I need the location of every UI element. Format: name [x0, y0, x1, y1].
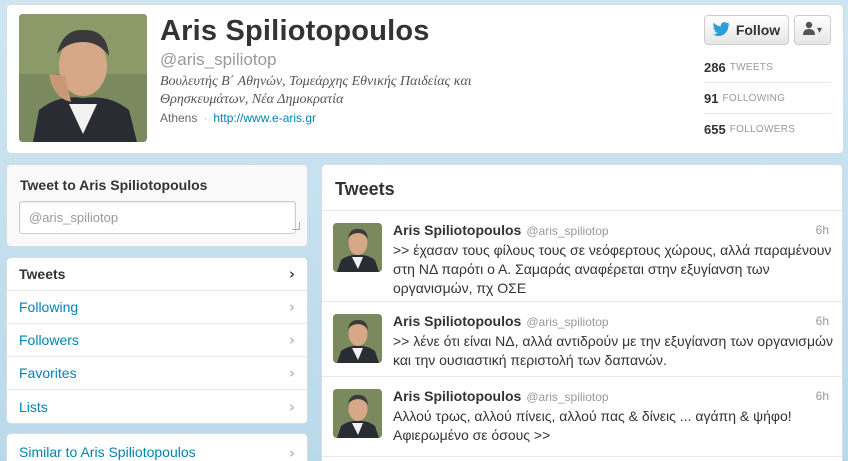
- nav-item-label: Following: [19, 299, 79, 315]
- nav-item-followers[interactable]: Followers ›: [7, 324, 307, 357]
- tweet-author-handle[interactable]: @aris_spiliotop: [526, 390, 608, 404]
- nav-item-label: Lists: [19, 398, 48, 415]
- tweet-to-input[interactable]: @aris_spiliotop: [19, 201, 296, 234]
- meta-separator: ·: [203, 111, 208, 125]
- profile-handle: @aris_spiliotop: [160, 50, 277, 69]
- chevron-right-icon: ›: [288, 397, 295, 416]
- similar-to-link[interactable]: Similar to Aris Spiliotopoulos ›: [6, 433, 308, 461]
- profile-card: Aris Spiliotopoulos @aris_spiliotop Βουλ…: [6, 4, 844, 154]
- person-icon: [802, 21, 815, 40]
- stat-label: FOLLOWERS: [729, 124, 796, 135]
- follow-button[interactable]: Follow: [704, 15, 789, 45]
- stat-count: 91: [704, 90, 719, 106]
- nav-item-favorites[interactable]: Favorites ›: [7, 357, 307, 390]
- tweet-text: Αλλού τρως, αλλού πίνεις, αλλού πας & δί…: [393, 408, 792, 443]
- profile-name: Aris Spiliotopoulos: [160, 15, 430, 47]
- tweet-avatar[interactable]: [333, 223, 382, 272]
- user-actions-dropdown-button[interactable]: ▾: [794, 15, 831, 45]
- profile-url-link[interactable]: http://www.e-aris.gr: [213, 111, 316, 125]
- tweet-author-name[interactable]: Aris Spiliotopoulos: [393, 313, 521, 329]
- nav-item-following[interactable]: Following ›: [7, 291, 307, 324]
- tweet-author-name[interactable]: Aris Spiliotopoulos: [393, 222, 521, 238]
- tweet-to-title: Tweet to Aris Spiliotopoulos: [20, 177, 208, 193]
- stat-tweets[interactable]: 286 TWEETS: [704, 52, 831, 83]
- tweet-header: Aris Spiliotopoulos @aris_spiliotop: [393, 222, 609, 238]
- profile-avatar[interactable]: [19, 14, 147, 142]
- tweet-timestamp[interactable]: 6h: [816, 389, 829, 403]
- tweet-author-handle[interactable]: @aris_spiliotop: [526, 224, 608, 238]
- resize-grip-icon[interactable]: [292, 222, 300, 230]
- profile-meta: Athens · http://www.e-aris.gr: [160, 111, 316, 125]
- chevron-down-icon: ▾: [816, 24, 823, 36]
- chevron-right-icon: ›: [288, 331, 295, 349]
- tweet-header: Aris Spiliotopoulos @aris_spiliotop: [393, 388, 609, 404]
- tweet-avatar[interactable]: [333, 314, 382, 363]
- tweet-text: >> έχασαν τους φίλους τους σε νεόφερτους…: [393, 242, 832, 296]
- chevron-right-icon: ›: [288, 298, 295, 316]
- nav-item-label: Tweets: [19, 266, 66, 282]
- tweet-item[interactable]: Aris Spiliotopoulos @aris_spiliotop 6h Αλ…: [322, 377, 842, 457]
- nav-item-label: Favorites: [19, 365, 77, 381]
- chevron-right-icon: ›: [288, 444, 295, 461]
- nav-item-lists[interactable]: Lists ›: [7, 390, 307, 423]
- tweet-to-module: Tweet to Aris Spiliotopoulos @aris_spili…: [6, 164, 308, 247]
- tweet-item[interactable]: Aris Spiliotopoulos @aris_spiliotop 6h >>…: [322, 211, 842, 302]
- stat-count: 655: [704, 122, 726, 137]
- nav-item-tweets[interactable]: Tweets ›: [7, 258, 307, 291]
- stream-title: Tweets: [322, 165, 842, 211]
- stat-label: TWEETS: [729, 61, 774, 73]
- stat-followers[interactable]: 655 FOLLOWERS: [704, 114, 831, 145]
- profile-location: Athens: [160, 111, 198, 125]
- tweet-timestamp[interactable]: 6h: [816, 314, 829, 328]
- tweet-stream: Tweets Aris Spiliotopoulos @aris_spilioto…: [321, 164, 843, 461]
- follow-label: Follow: [735, 22, 781, 38]
- tweet-timestamp[interactable]: 6h: [816, 223, 829, 237]
- tweet-avatar[interactable]: [333, 389, 382, 438]
- profile-nav: Tweets › Following › Followers › Favorit…: [6, 257, 308, 424]
- tweet-item[interactable]: Aris Spiliotopoulos @aris_spiliotop 6h >>…: [322, 302, 842, 377]
- stat-label: FOLLOWING: [722, 92, 786, 104]
- tweet-author-name[interactable]: Aris Spiliotopoulos: [393, 388, 521, 404]
- nav-item-label: Followers: [19, 332, 79, 348]
- stat-count: 286: [704, 59, 726, 75]
- twitter-bird-icon: [712, 21, 730, 39]
- similar-label: Similar to Aris Spiliotopoulos: [19, 444, 196, 460]
- stat-following[interactable]: 91 FOLLOWING: [704, 83, 831, 114]
- profile-bio: Βουλευτής Β΄ Αθηνών, Τομεάρχης Εθνικής Π…: [160, 74, 472, 107]
- chevron-right-icon: ›: [288, 265, 295, 283]
- tweet-header: Aris Spiliotopoulos @aris_spiliotop: [393, 313, 609, 329]
- tweet-text: >> λένε ότι είναι ΝΔ, αλλά αντιδρούν με …: [393, 333, 833, 368]
- chevron-right-icon: ›: [288, 364, 295, 382]
- tweet-author-handle[interactable]: @aris_spiliotop: [526, 315, 608, 329]
- profile-stats: 286 TWEETS 91 FOLLOWING 655 FOLLOWERS: [704, 52, 831, 145]
